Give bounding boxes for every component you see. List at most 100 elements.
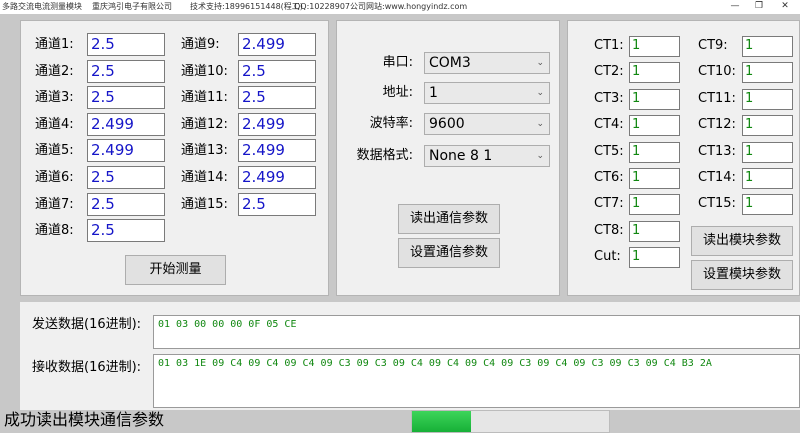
ct-value-field[interactable]: 1 bbox=[742, 36, 793, 57]
set-comm-params-button[interactable]: 设置通信参数 bbox=[398, 238, 500, 268]
ct-label: CT1: bbox=[594, 38, 624, 53]
data-panel: 发送数据(16进制): 01 03 00 00 00 0F 05 CE 接收数据… bbox=[20, 302, 800, 410]
port-label: 串口: bbox=[382, 55, 413, 70]
ct-value-field[interactable]: 1 bbox=[742, 62, 793, 84]
address-value: 1 bbox=[429, 85, 438, 101]
ct-value-field[interactable]: 1 bbox=[742, 168, 793, 189]
channel-value-field[interactable]: 2.5 bbox=[87, 59, 165, 83]
baud-value: 9600 bbox=[429, 116, 465, 132]
ct-label: CT4: bbox=[594, 117, 624, 133]
support-info: 技术支持:18996151448(程工) bbox=[190, 2, 303, 11]
start-measure-button[interactable]: 开始测量 bbox=[125, 255, 226, 285]
channel-value-field[interactable]: 2.499 bbox=[238, 33, 316, 56]
format-select[interactable]: None 8 1 ⌄ bbox=[424, 145, 550, 167]
chevron-down-icon: ⌄ bbox=[536, 151, 544, 161]
app-title: 多路交流电流测量模块 bbox=[2, 2, 82, 11]
channel-label: 通道3: bbox=[35, 90, 74, 106]
channel-label: 通道11: bbox=[181, 90, 228, 106]
ct-value-field[interactable]: 1 bbox=[742, 141, 793, 163]
channel-label: 通道9: bbox=[181, 37, 220, 52]
ct-value-field[interactable]: 1 bbox=[629, 36, 680, 57]
main-area: 通道1: 2.5 通道2: 2.5 通道3: 2.5 通道4: 2.499 通道5: 2.499 通… bbox=[0, 14, 800, 433]
channel-value-field[interactable]: 2.5 bbox=[87, 33, 165, 56]
qq-info: QQ:10228907 bbox=[294, 2, 351, 11]
comm-panel: 串口: COM3 ⌄ 地址: 1 ⌄ 波特率: 9600 ⌄ 数据格式: Non… bbox=[336, 20, 560, 296]
ct-label: CT3: bbox=[594, 90, 624, 106]
channel-label: 通道6: bbox=[35, 170, 74, 185]
ct-label: CT10: bbox=[698, 64, 736, 80]
read-module-params-button[interactable]: 读出模块参数 bbox=[691, 226, 793, 256]
restore-icon[interactable]: ❐ bbox=[750, 0, 768, 14]
channel-label: 通道14: bbox=[181, 170, 228, 185]
baud-label: 波特率: bbox=[369, 116, 413, 131]
ct-label: CT8: bbox=[594, 222, 624, 238]
channel-value-field[interactable]: 2.499 bbox=[238, 112, 316, 136]
ct-label: CT6: bbox=[594, 170, 624, 185]
recv-data-box[interactable]: 01 03 1E 09 C4 09 C4 09 C4 09 C3 09 C3 0… bbox=[153, 354, 800, 408]
port-value: COM3 bbox=[429, 55, 471, 71]
ct-label: Cut: bbox=[594, 249, 621, 265]
website-info: 公司网站:www.hongyindz.com bbox=[350, 2, 468, 11]
close-icon[interactable]: ✕ bbox=[776, 0, 794, 14]
chevron-down-icon: ⌄ bbox=[536, 58, 544, 68]
channel-label: 通道4: bbox=[35, 116, 74, 132]
ct-value-field[interactable]: 1 bbox=[629, 168, 680, 189]
port-select[interactable]: COM3 ⌄ bbox=[424, 52, 550, 74]
address-select[interactable]: 1 ⌄ bbox=[424, 82, 550, 104]
channel-label: 通道5: bbox=[35, 143, 74, 159]
ct-value-field[interactable]: 1 bbox=[629, 115, 680, 137]
company-name: 重庆鸿引电子有限公司 bbox=[92, 2, 172, 11]
ct-label: CT7: bbox=[594, 196, 624, 212]
ct-value-field[interactable]: 1 bbox=[629, 88, 680, 110]
baud-select[interactable]: 9600 ⌄ bbox=[424, 113, 550, 135]
channel-label: 通道12: bbox=[181, 116, 228, 132]
ct-value-field[interactable]: 1 bbox=[629, 194, 680, 216]
channels-panel: 通道1: 2.5 通道2: 2.5 通道3: 2.5 通道4: 2.499 通道5: 2.499 通… bbox=[20, 20, 329, 296]
ct-label: CT12: bbox=[698, 117, 736, 133]
ct-label: CT14: bbox=[698, 170, 736, 185]
progress-bar bbox=[411, 410, 610, 433]
channel-label: 通道10: bbox=[181, 63, 228, 79]
ct-value-field[interactable]: 1 bbox=[742, 115, 793, 137]
read-comm-params-button[interactable]: 读出通信参数 bbox=[398, 204, 500, 234]
status-text: 成功读出模块通信参数 bbox=[4, 410, 165, 429]
chevron-down-icon: ⌄ bbox=[536, 119, 544, 129]
ct-value-field[interactable]: 1 bbox=[629, 141, 680, 163]
address-label: 地址: bbox=[382, 85, 413, 100]
channel-value-field[interactable]: 2.5 bbox=[87, 219, 165, 243]
channel-value-field[interactable]: 2.499 bbox=[87, 112, 165, 136]
progress-fill bbox=[412, 411, 472, 432]
channel-value-field[interactable]: 2.5 bbox=[238, 86, 316, 110]
format-value: None 8 1 bbox=[429, 148, 493, 164]
channel-value-field[interactable]: 2.5 bbox=[238, 59, 316, 83]
channel-value-field[interactable]: 2.5 bbox=[87, 86, 165, 110]
recv-data-label: 接收数据(16进制): bbox=[32, 360, 142, 375]
ct-label: CT11: bbox=[698, 90, 736, 106]
ct-value-field[interactable]: 1 bbox=[629, 62, 680, 84]
channel-label: 通道1: bbox=[35, 37, 74, 52]
channel-value-field[interactable]: 2.5 bbox=[87, 192, 165, 216]
channel-value-field[interactable]: 2.5 bbox=[238, 192, 316, 216]
ct-value-field[interactable]: 1 bbox=[742, 88, 793, 110]
send-data-label: 发送数据(16进制): bbox=[32, 317, 142, 332]
ct-value-field[interactable]: 1 bbox=[629, 247, 680, 269]
channel-label: 通道15: bbox=[181, 196, 228, 212]
channel-label: 通道2: bbox=[35, 63, 74, 79]
channel-value-field[interactable]: 2.499 bbox=[238, 166, 316, 189]
send-data-box[interactable]: 01 03 00 00 00 0F 05 CE bbox=[153, 315, 800, 349]
ct-value-field[interactable]: 1 bbox=[629, 220, 680, 242]
channel-label: 通道7: bbox=[35, 196, 74, 212]
set-module-params-button[interactable]: 设置模块参数 bbox=[691, 260, 793, 290]
channel-value-field[interactable]: 2.5 bbox=[87, 166, 165, 189]
chevron-down-icon: ⌄ bbox=[536, 88, 544, 98]
title-bar: 多路交流电流测量模块 重庆鸿引电子有限公司 技术支持:18996151448(程… bbox=[0, 0, 800, 14]
channel-value-field[interactable]: 2.499 bbox=[238, 139, 316, 163]
format-label: 数据格式: bbox=[356, 148, 413, 163]
minimize-icon[interactable]: — bbox=[726, 0, 744, 14]
ct-value-field[interactable]: 1 bbox=[742, 194, 793, 216]
ct-panel: CT1: 1 CT2: 1 CT3: 1 CT4: 1 CT5: 1 CT6: 1 CT7: 1 CT8: 1… bbox=[567, 20, 800, 296]
channel-label: 通道13: bbox=[181, 143, 228, 159]
ct-label: CT2: bbox=[594, 64, 624, 80]
channel-value-field[interactable]: 2.499 bbox=[87, 139, 165, 163]
ct-label: CT13: bbox=[698, 143, 736, 159]
